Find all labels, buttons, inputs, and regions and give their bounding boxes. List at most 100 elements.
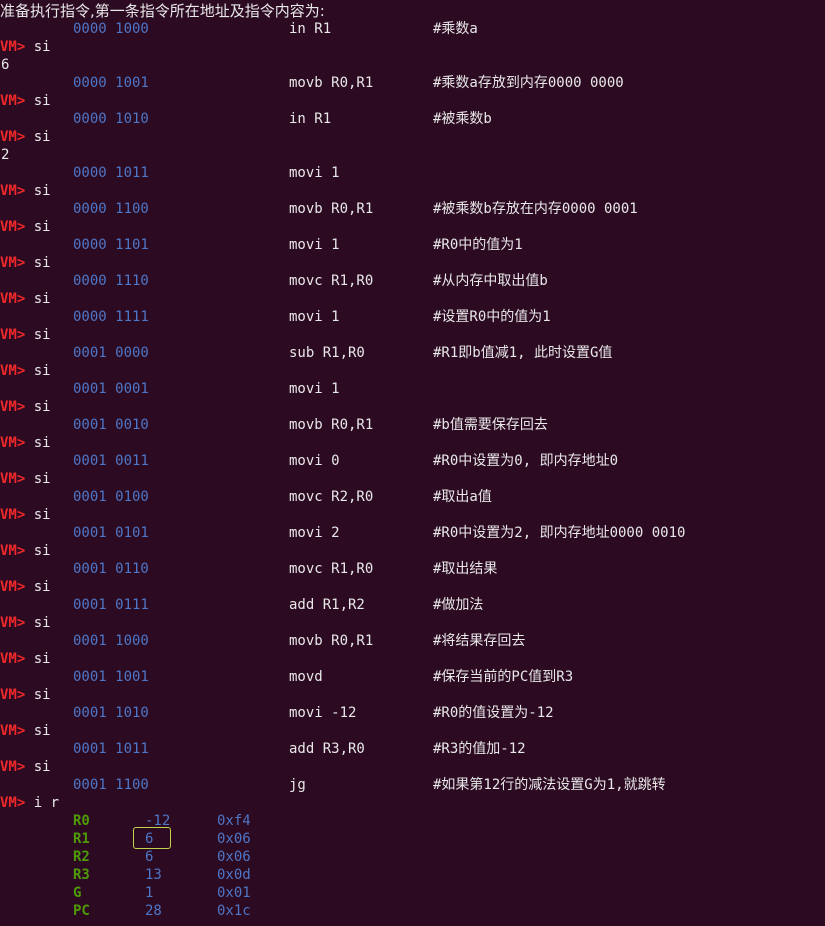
- header-text: 准备执行指令,第一条指令所在地址及指令内容为:: [0, 2, 325, 20]
- command-text: si: [25, 687, 51, 703]
- program-output-line: 2: [0, 146, 825, 164]
- prompt-label: VM>: [0, 435, 26, 451]
- register-name: R3: [73, 867, 90, 883]
- prompt-label: VM>: [0, 471, 26, 487]
- instruction-comment: #R3的值加-12: [433, 741, 526, 757]
- command-text: si: [25, 291, 51, 307]
- command-prompt-line: VM> si: [0, 434, 825, 452]
- instruction-comment: #设置R0中的值为1: [433, 309, 551, 325]
- instruction-opcode: sub R1,R0: [289, 345, 365, 361]
- register-row: PC 28 0x1c: [0, 902, 825, 920]
- highlight-box: [133, 827, 171, 849]
- prompt-label: VM>: [0, 579, 26, 595]
- prompt-label: VM>: [0, 687, 26, 703]
- instruction-address: 0001 0010: [73, 417, 149, 433]
- command-text: si: [25, 651, 51, 667]
- instruction-opcode: movb R0,R1: [289, 633, 374, 649]
- instruction-address: 0000 1001: [73, 75, 149, 91]
- prompt-label: VM>: [0, 291, 26, 307]
- command-text: si: [25, 615, 51, 631]
- command-prompt-line: VM> si: [0, 506, 825, 524]
- instruction-opcode: movi 1: [289, 381, 340, 397]
- instruction-line: 0001 0011 movi 0 #R0中设置为0, 即内存地址0: [0, 452, 825, 470]
- instruction-line: 0001 0101 movi 2 #R0中设置为2, 即内存地址0000 0010: [0, 524, 825, 542]
- command-prompt-line: VM> i r: [0, 794, 825, 812]
- terminal-output: 0000 1000 in R1 #乘数a VM> si 6 0000 1001 movb R…: [0, 20, 825, 920]
- command-text: si: [25, 399, 51, 415]
- command-text: si: [25, 93, 51, 109]
- instruction-opcode: movb R0,R1: [289, 75, 374, 91]
- instruction-line: 0000 1000 in R1 #乘数a: [0, 20, 825, 38]
- register-name: R0: [73, 813, 90, 829]
- instruction-line: 0000 1011 movi 1: [0, 164, 825, 182]
- instruction-opcode: movc R1,R0: [289, 273, 374, 289]
- command-text: si: [25, 759, 51, 775]
- prompt-label: VM>: [0, 507, 26, 523]
- prompt-label: VM>: [0, 363, 26, 379]
- command-prompt-line: VM> si: [0, 398, 825, 416]
- instruction-comment: #R0中设置为2, 即内存地址0000 0010: [433, 525, 686, 541]
- instruction-address: 0000 1010: [73, 111, 149, 127]
- instruction-opcode: add R3,R0: [289, 741, 365, 757]
- instruction-address: 0001 1100: [73, 777, 149, 793]
- command-text: si: [25, 435, 51, 451]
- instruction-line: 0001 0110 movc R1,R0 #取出结果: [0, 560, 825, 578]
- terminal-window[interactable]: 准备执行指令,第一条指令所在地址及指令内容为: 0000 1000 in R1 #乘…: [0, 0, 825, 926]
- instruction-address: 0001 1001: [73, 669, 149, 685]
- instruction-line: 0000 1010 in R1 #被乘数b: [0, 110, 825, 128]
- instruction-comment: #R0的值设置为-12: [433, 705, 554, 721]
- instruction-opcode: jg: [289, 777, 306, 793]
- command-prompt-line: VM> si: [0, 290, 825, 308]
- prompt-label: VM>: [0, 327, 26, 343]
- register-decimal-value: 6: [145, 849, 154, 865]
- register-row: R0 -12 0xf4: [0, 812, 825, 830]
- command-text: si: [25, 471, 51, 487]
- prompt-label: VM>: [0, 723, 26, 739]
- instruction-comment: #被乘数b: [433, 111, 492, 127]
- instruction-opcode: in R1: [289, 111, 332, 127]
- instruction-address: 0001 0000: [73, 345, 149, 361]
- instruction-comment: #R1即b值减1, 此时设置G值: [433, 345, 613, 361]
- command-prompt-line: VM> si: [0, 542, 825, 560]
- register-decimal-value: 28: [145, 903, 162, 919]
- instruction-comment: #R0中的值为1: [433, 237, 523, 253]
- prompt-label: VM>: [0, 543, 26, 559]
- register-row: R1 6 0x06: [0, 827, 825, 849]
- prompt-label: VM>: [0, 651, 26, 667]
- instruction-address: 0001 0110: [73, 561, 149, 577]
- command-prompt-line: VM> si: [0, 218, 825, 236]
- instruction-comment: #被乘数b存放在内存0000 0001: [433, 201, 638, 217]
- instruction-address: 0001 0001: [73, 381, 149, 397]
- instruction-address: 0001 0101: [73, 525, 149, 541]
- instruction-comment: #b值需要保存回去: [433, 417, 548, 433]
- register-name: R1: [73, 831, 90, 847]
- command-text: si: [25, 255, 51, 271]
- command-prompt-line: VM> si: [0, 254, 825, 272]
- instruction-line: 0001 1100 jg #如果第12行的减法设置G为1,就跳转: [0, 776, 825, 794]
- instruction-comment: #保存当前的PC值到R3: [433, 669, 574, 685]
- instruction-line: 0000 1001 movb R0,R1 #乘数a存放到内存0000 0000: [0, 74, 825, 92]
- instruction-address: 0001 0011: [73, 453, 149, 469]
- command-prompt-line: VM> si: [0, 362, 825, 380]
- command-text: si: [25, 543, 51, 559]
- instruction-opcode: movb R0,R1: [289, 417, 374, 433]
- command-text: si: [25, 183, 51, 199]
- instruction-comment: #取出结果: [433, 561, 498, 577]
- register-row: G 1 0x01: [0, 884, 825, 902]
- instruction-line: 0001 0111 add R1,R2 #做加法: [0, 596, 825, 614]
- instruction-opcode: add R1,R2: [289, 597, 365, 613]
- instruction-address: 0001 1010: [73, 705, 149, 721]
- command-text: si: [25, 129, 51, 145]
- prompt-label: VM>: [0, 183, 26, 199]
- command-text: si: [25, 363, 51, 379]
- register-row: R3 13 0x0d: [0, 866, 825, 884]
- prompt-label: VM>: [0, 615, 26, 631]
- register-hex-value: 0xf4: [217, 813, 251, 829]
- command-prompt-line: VM> si: [0, 758, 825, 776]
- command-prompt-line: VM> si: [0, 326, 825, 344]
- instruction-opcode: movi 2: [289, 525, 340, 541]
- instruction-opcode: movb R0,R1: [289, 201, 374, 217]
- register-decimal-value: 13: [145, 867, 162, 883]
- command-prompt-line: VM> si: [0, 128, 825, 146]
- command-prompt-line: VM> si: [0, 38, 825, 56]
